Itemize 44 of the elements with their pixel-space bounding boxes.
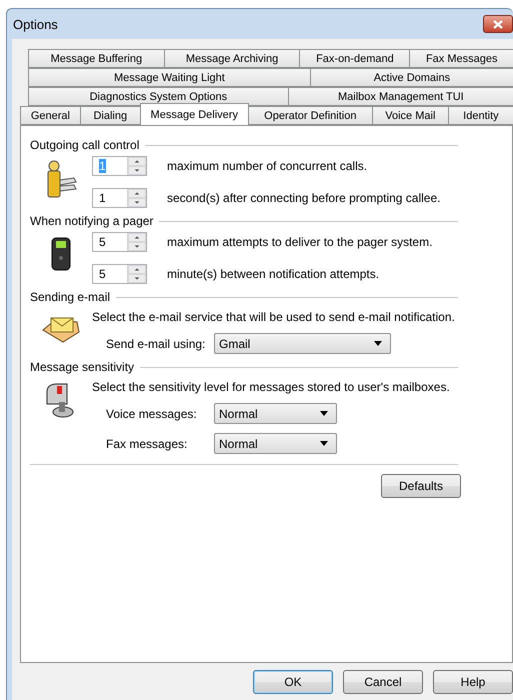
window-title: Options bbox=[13, 16, 59, 32]
dialog-button[interactable]: OK bbox=[253, 670, 333, 694]
section-description: Select the sensitivity level for messages stored to user's mailboxes. bbox=[92, 380, 450, 394]
tab[interactable]: Fax-on-demand bbox=[299, 49, 410, 68]
field-label: Send e-mail using: bbox=[106, 336, 206, 350]
tab[interactable]: Identity bbox=[448, 106, 513, 125]
dropdown-caret-icon bbox=[320, 441, 328, 446]
section-description: Select the e-mail service that will be used to send e-mail notification. bbox=[92, 310, 455, 324]
close-button[interactable] bbox=[483, 15, 513, 33]
tab[interactable]: Voice Mail bbox=[372, 106, 449, 125]
tab[interactable]: Fax Messages bbox=[409, 49, 513, 68]
number-spinner[interactable]: 1 bbox=[92, 188, 147, 208]
tab[interactable]: Message Waiting Light bbox=[28, 68, 311, 87]
group-title: Outgoing call control bbox=[30, 138, 140, 152]
group-title: When notifying a pager bbox=[30, 214, 154, 228]
dropdown-caret-icon bbox=[320, 411, 328, 416]
dropdown-caret-icon bbox=[374, 341, 382, 346]
dropdown[interactable]: Normal bbox=[214, 433, 337, 454]
number-spinner[interactable]: 5 bbox=[92, 232, 147, 252]
dropdown[interactable]: Gmail bbox=[214, 333, 391, 354]
pager-icon bbox=[50, 236, 72, 272]
tab[interactable]: Message Delivery bbox=[140, 103, 249, 125]
tab[interactable]: Operator Definition bbox=[248, 106, 373, 125]
spinner-label: maximum number of concurrent calls. bbox=[167, 159, 368, 173]
defaults-button[interactable]: Defaults bbox=[381, 474, 461, 498]
dialog-button[interactable]: Cancel bbox=[343, 670, 423, 694]
tab[interactable]: Mailbox Management TUI bbox=[288, 87, 513, 106]
tab[interactable]: Active Domains bbox=[310, 68, 513, 87]
group-title: Message sensitivity bbox=[30, 360, 134, 374]
tab[interactable]: Message Buffering bbox=[28, 49, 165, 68]
tab[interactable]: Message Archiving bbox=[164, 49, 300, 68]
spinner-label: maximum attempts to deliver to the pager system. bbox=[167, 235, 432, 249]
number-spinner[interactable]: 5 bbox=[92, 264, 147, 284]
dropdown[interactable]: Normal bbox=[214, 403, 337, 424]
spinner-label: minute(s) between notification attempts. bbox=[167, 267, 380, 281]
field-label: Fax messages: bbox=[106, 436, 188, 450]
field-label: Voice messages: bbox=[106, 406, 198, 420]
tab[interactable]: Dialing bbox=[80, 106, 141, 125]
dialog-button[interactable]: Help bbox=[433, 670, 513, 694]
group-title: Sending e-mail bbox=[30, 290, 110, 304]
tab[interactable]: General bbox=[20, 106, 81, 125]
close-icon bbox=[493, 20, 503, 28]
spinner-label: second(s) after connecting before prompting callee. bbox=[167, 191, 440, 205]
tab[interactable]: Diagnostics System Options bbox=[28, 87, 289, 106]
